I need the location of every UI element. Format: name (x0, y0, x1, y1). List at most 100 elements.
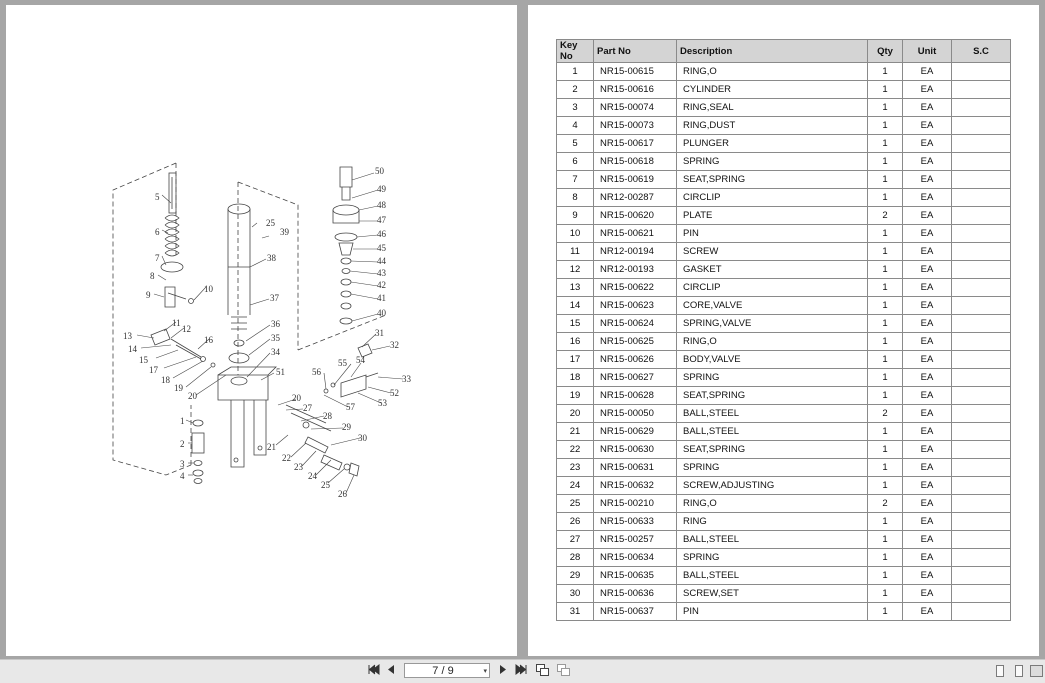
callout: 55 (338, 358, 348, 368)
cell-sc (951, 512, 1011, 531)
copy-icon[interactable] (535, 664, 549, 679)
cell-description: RING,O (676, 494, 868, 513)
prev-page-icon[interactable] (386, 664, 396, 679)
cell-description: SEAT,SPRING (676, 440, 868, 459)
cell-unit: EA (902, 368, 952, 387)
callout: 42 (377, 280, 386, 290)
cell-sc (951, 476, 1011, 495)
col-header-key-no: Key No (556, 39, 594, 63)
table-row: 30 NR15-00636 SCREW,SET 1 EA (556, 584, 1011, 603)
table-row: 6 NR15-00618 SPRING 1 EA (556, 152, 1011, 171)
cell-sc (951, 332, 1011, 351)
cell-key-no: 31 (556, 602, 594, 621)
cell-qty: 1 (867, 62, 903, 81)
cell-key-no: 30 (556, 584, 594, 603)
continuous-icon[interactable] (1015, 665, 1023, 677)
callout: 14 (128, 344, 138, 354)
callout: 45 (377, 243, 387, 253)
cell-unit: EA (902, 242, 952, 261)
cell-qty: 1 (867, 98, 903, 117)
cell-part-no: NR15-00620 (593, 206, 677, 225)
exploded-parts-diagram: 5 6 7 8 9 10 11 12 13 14 15 16 17 18 19 … (112, 162, 412, 499)
callout: 32 (390, 340, 399, 350)
callout: 16 (204, 335, 214, 345)
paste-icon[interactable] (556, 664, 570, 679)
cell-unit: EA (902, 116, 952, 135)
table-row: 16 NR15-00625 RING,O 1 EA (556, 332, 1011, 351)
cell-part-no: NR15-00628 (593, 386, 677, 405)
cell-sc (951, 116, 1011, 135)
cell-key-no: 17 (556, 350, 594, 369)
chevron-down-icon: ▾ (483, 668, 487, 675)
cell-qty: 1 (867, 116, 903, 135)
cell-description: RING,SEAL (676, 98, 868, 117)
single-page-icon[interactable] (996, 665, 1004, 677)
cell-part-no: NR15-00622 (593, 278, 677, 297)
table-row: 2 NR15-00616 CYLINDER 1 EA (556, 80, 1011, 99)
cell-part-no: NR15-00615 (593, 62, 677, 81)
col-header-description: Description (676, 39, 868, 63)
cell-unit: EA (902, 296, 952, 315)
cell-unit: EA (902, 512, 952, 531)
next-page-icon[interactable] (498, 664, 508, 679)
cell-unit: EA (902, 134, 952, 153)
cell-qty: 1 (867, 530, 903, 549)
callout: 13 (123, 331, 133, 341)
last-page-icon[interactable] (514, 664, 528, 679)
facing-pages-icon[interactable] (1030, 665, 1043, 677)
cell-description: SEAT,SPRING (676, 170, 868, 189)
callout: 24 (308, 471, 318, 481)
col-header-sc: S.C (951, 39, 1011, 63)
callout: 53 (378, 398, 388, 408)
cell-unit: EA (902, 476, 952, 495)
table-row: 13 NR15-00622 CIRCLIP 1 EA (556, 278, 1011, 297)
cell-sc (951, 278, 1011, 297)
cell-key-no: 22 (556, 440, 594, 459)
cell-key-no: 12 (556, 260, 594, 279)
diagram-page: 5 6 7 8 9 10 11 12 13 14 15 16 17 18 19 … (6, 5, 517, 656)
cell-part-no: NR15-00630 (593, 440, 677, 459)
cell-unit: EA (902, 260, 952, 279)
callout: 25 (321, 480, 331, 490)
callout: 52 (390, 388, 399, 398)
cell-sc (951, 368, 1011, 387)
callout-labels: 5 6 7 8 9 10 11 12 13 14 15 16 17 18 19 … (123, 166, 412, 499)
cell-qty: 1 (867, 260, 903, 279)
first-page-icon[interactable] (367, 664, 381, 679)
callout: 20 (292, 393, 302, 403)
cell-part-no: NR15-00624 (593, 314, 677, 333)
table-row: 20 NR15-00050 BALL,STEEL 2 EA (556, 404, 1011, 423)
cell-sc (951, 422, 1011, 441)
callout: 17 (149, 365, 159, 375)
cell-part-no: NR15-00621 (593, 224, 677, 243)
cell-unit: EA (902, 80, 952, 99)
cell-key-no: 23 (556, 458, 594, 477)
cell-unit: EA (902, 386, 952, 405)
page-number-select[interactable]: 7 / 9 ▾ (404, 663, 490, 678)
cylinder-part (227, 203, 251, 386)
cell-sc (951, 584, 1011, 603)
cell-unit: EA (902, 584, 952, 603)
callout: 26 (338, 489, 348, 499)
cell-key-no: 27 (556, 530, 594, 549)
cell-sc (951, 602, 1011, 621)
cell-qty: 1 (867, 350, 903, 369)
table-row: 19 NR15-00628 SEAT,SPRING 1 EA (556, 386, 1011, 405)
cell-qty: 1 (867, 296, 903, 315)
cell-part-no: NR15-00618 (593, 152, 677, 171)
table-row: 5 NR15-00617 PLUNGER 1 EA (556, 134, 1011, 153)
cell-qty: 2 (867, 494, 903, 513)
col-header-part-no: Part No (593, 39, 677, 63)
cell-sc (951, 170, 1011, 189)
cell-sc (951, 152, 1011, 171)
cell-sc (951, 260, 1011, 279)
callout: 6 (155, 227, 160, 237)
cell-description: CYLINDER (676, 80, 868, 99)
callout: 23 (294, 462, 304, 472)
cell-qty: 1 (867, 422, 903, 441)
cell-key-no: 21 (556, 422, 594, 441)
callout: 20 (188, 391, 198, 401)
cell-unit: EA (902, 152, 952, 171)
callout: 46 (377, 229, 387, 239)
col-header-qty: Qty (867, 39, 903, 63)
